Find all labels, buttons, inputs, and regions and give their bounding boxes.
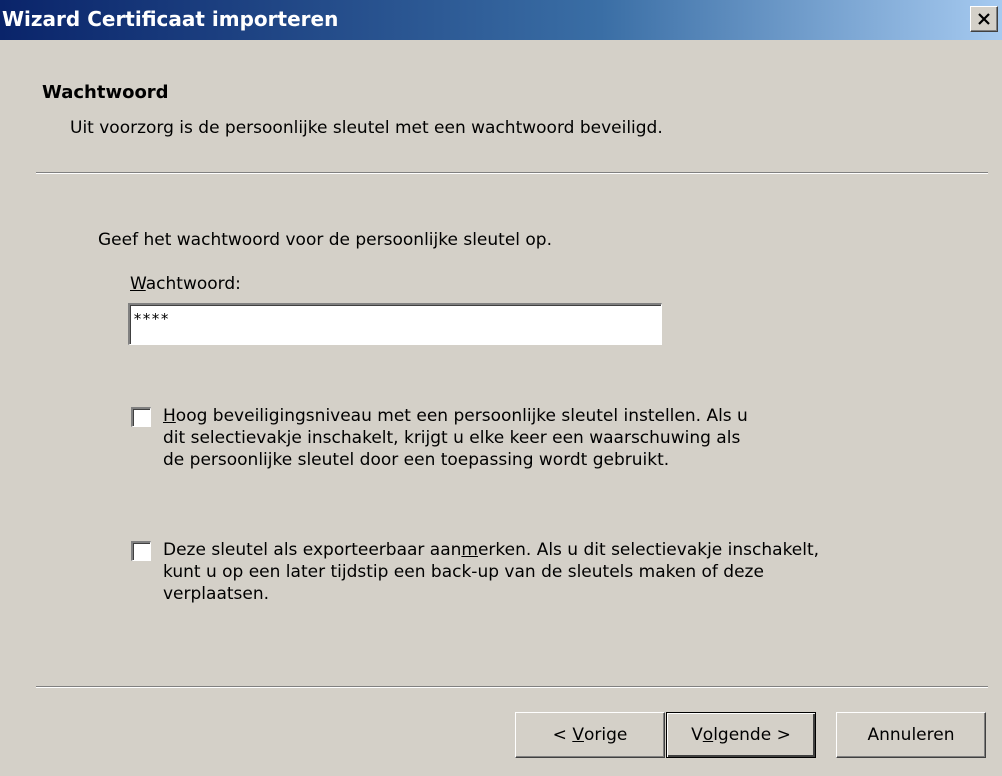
exportable-line3: verplaatsen.	[163, 584, 270, 604]
exportable-mnemonic: m	[461, 540, 478, 560]
exportable-label[interactable]: Deze sleutel als exporteerbaar aanmerken…	[163, 539, 819, 605]
back-button-mnemonic: V	[572, 725, 584, 745]
high-security-line3: de persoonlijke sleutel door een toepass…	[163, 450, 670, 470]
footer-divider	[36, 686, 988, 688]
window-title: Wizard Certificaat importeren	[2, 7, 339, 31]
exportable-line1-rest: erken. Als u dit selectievakje inschakel…	[477, 540, 820, 560]
instruction-text: Geef het wachtwoord voor de persoonlijke…	[98, 230, 552, 250]
high-security-checkbox[interactable]	[131, 407, 151, 427]
next-button-text: lgende >	[713, 725, 791, 745]
high-security-line1-text: oog beveiligingsniveau met een persoonli…	[175, 406, 748, 426]
next-button-mnemonic: o	[702, 725, 714, 745]
next-button-prefix: V	[691, 725, 703, 745]
back-button-text: orige	[583, 725, 628, 745]
password-label-rest: achtwoord:	[145, 274, 241, 294]
back-button-prefix: <	[552, 725, 573, 745]
wizard-header: Wachtwoord Uit voorzorg is de persoonlij…	[0, 40, 1002, 172]
back-button[interactable]: < Vorige	[515, 712, 665, 758]
password-input-value: ****	[133, 310, 170, 328]
title-bar: Wizard Certificaat importeren	[0, 0, 1002, 40]
exportable-line2: kunt u op een later tijdstip een back-up…	[163, 562, 764, 582]
password-label: Wachtwoord:	[130, 274, 241, 294]
header-divider	[36, 172, 988, 174]
page-subtitle: Uit voorzorg is de persoonlijke sleutel …	[70, 118, 663, 138]
close-icon	[978, 12, 990, 25]
exportable-checkbox[interactable]	[131, 541, 151, 561]
exportable-line1-pre: Deze sleutel als exporteerbaar aan	[163, 540, 462, 560]
close-button[interactable]	[970, 6, 998, 32]
password-input[interactable]: ****	[128, 303, 662, 345]
high-security-line1: Hoog beveiligingsniveau met een persoonl…	[163, 405, 748, 427]
next-button[interactable]: Vo lgende >	[666, 712, 816, 758]
high-security-mnemonic: H	[163, 406, 176, 426]
cancel-button[interactable]: Annuleren	[836, 712, 986, 758]
high-security-label[interactable]: Hoog beveiligingsniveau met een persoonl…	[163, 405, 748, 471]
password-label-mnemonic: W	[130, 274, 146, 294]
exportable-line1: Deze sleutel als exporteerbaar aanmerken…	[163, 539, 819, 561]
page-title: Wachtwoord	[42, 82, 169, 103]
high-security-line2: dit selectievakje inschakelt, krijgt u e…	[163, 428, 741, 448]
